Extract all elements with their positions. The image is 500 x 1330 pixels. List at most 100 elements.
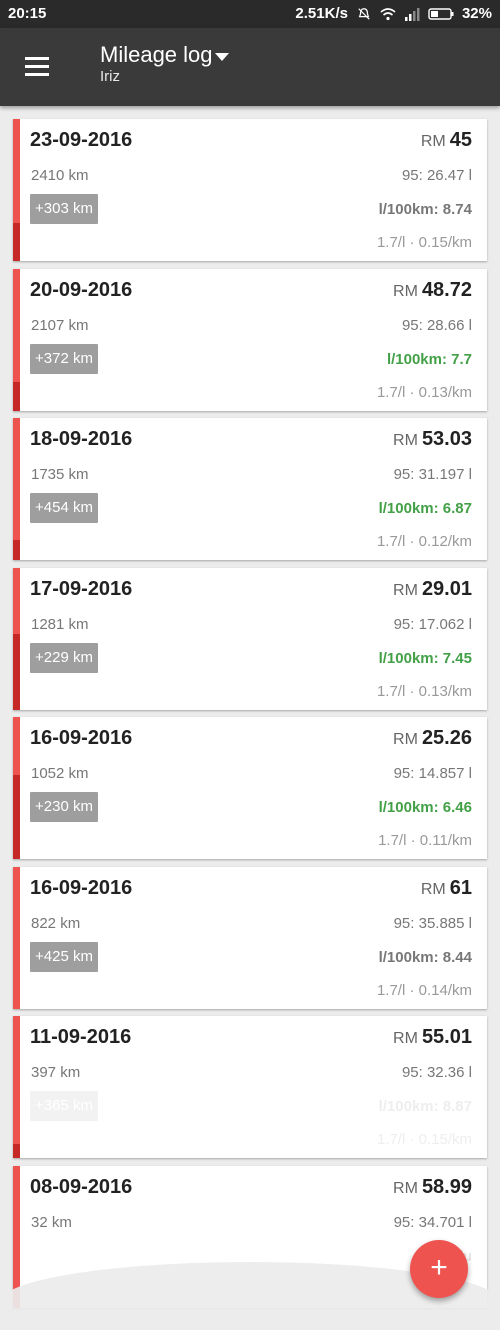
entry-currency: RM — [393, 282, 418, 300]
entry-price: RM 25.26 — [393, 727, 472, 750]
add-entry-button[interactable]: + — [410, 1240, 468, 1298]
entry-odometer: 1052 km — [31, 765, 89, 782]
entry-date: 11-09-2016 — [30, 1026, 132, 1048]
signal-icon — [404, 7, 420, 21]
entry-fuel: 95: 26.47 l — [401, 167, 472, 184]
entry-stripe — [13, 717, 20, 859]
entry-consumption: l/100km: 8.74 — [378, 201, 472, 218]
entry-date: 23-09-2016 — [30, 129, 133, 151]
entry-consumption: l/100km: 8.44 — [378, 948, 472, 966]
log-entry[interactable]: 20-09-2016 RM 48.72 2107 km 95: 28.66 l +… — [13, 268, 487, 411]
dropdown-caret-icon — [214, 53, 229, 61]
entry-cost: 1.7/l · 0.13/km — [376, 383, 472, 401]
log-entry[interactable]: 16-09-2016 RM 25.26 1052 km 95: 14.857 l … — [13, 717, 487, 859]
entry-amount: 61 — [449, 876, 472, 899]
entry-cost: 1.7/l · 0.12/km — [376, 533, 472, 550]
vehicle-selector[interactable]: Mileage log Iriz — [100, 42, 229, 85]
entry-cost: 1.7/l · 0.15/km — [376, 234, 472, 251]
entry-distance-badge: +229 km — [30, 642, 98, 673]
entry-fuel: 95: 17.062 l — [393, 615, 472, 633]
entry-amount: 25.26 — [421, 727, 472, 749]
entry-price: RM 58.99 — [393, 1176, 472, 1199]
entry-fuel: 95: 35.885 l — [393, 914, 472, 932]
entry-price: RM 29.01 — [393, 578, 472, 601]
entry-amount: 45 — [449, 129, 472, 151]
entry-distance-badge: +454 km — [30, 493, 98, 523]
menu-icon[interactable] — [22, 55, 52, 79]
entry-date: 17-09-2016 — [30, 577, 133, 600]
app-bar: Mileage log Iriz — [0, 28, 500, 106]
entry-distance-badge: +230 km — [30, 792, 98, 822]
status-icons: 2.51K/s 32% — [295, 5, 492, 22]
entry-odometer: 2410 km — [31, 167, 89, 184]
entry-date: 08-09-2016 — [30, 1175, 133, 1198]
network-speed: 2.51K/s — [295, 5, 348, 22]
entry-price: RM 55.01 — [393, 1026, 472, 1049]
status-time: 20:15 — [8, 5, 47, 22]
entry-cost: 1.7/l · 0.13/km — [376, 682, 472, 700]
entry-amount: 55.01 — [421, 1026, 472, 1048]
entry-odometer: 2107 km — [31, 316, 89, 334]
entry-amount: 53.03 — [421, 428, 472, 450]
entry-consumption: l/100km: 7.7 — [386, 350, 472, 368]
entry-odometer: 822 km — [31, 914, 81, 932]
entry-currency: RM — [393, 581, 418, 599]
entry-stripe — [13, 119, 20, 261]
entry-date: 18-09-2016 — [30, 428, 133, 450]
entry-stripe — [13, 418, 20, 560]
log-entry[interactable]: 11-09-2016 RM 55.01 397 km 95: 32.36 l +3… — [13, 1016, 487, 1158]
entry-cost: 1.7/l · 0.15/km — [376, 1131, 472, 1148]
entry-odometer: 32 km — [31, 1213, 72, 1231]
entry-currency: RM — [393, 432, 418, 449]
entry-distance-badge: +425 km — [30, 941, 98, 972]
entry-consumption: l/100km: 6.87 — [378, 500, 472, 517]
entry-odometer: 397 km — [31, 1064, 81, 1081]
entry-consumption: l/100km: 8.87 — [378, 1098, 472, 1115]
entry-fuel: 95: 34.701 l — [393, 1213, 472, 1231]
entry-consumption: l/100km: 7.45 — [378, 649, 472, 667]
entry-fuel: 95: 28.66 l — [401, 316, 472, 334]
entry-consumption: l/100km: 6.46 — [378, 799, 472, 816]
page-title: Mileage log — [100, 42, 213, 67]
mileage-list: 23-09-2016 RM 45 2410 km 95: 26.47 l +303… — [13, 119, 487, 1315]
log-entry[interactable]: 16-09-2016 RM 61 822 km 95: 35.885 l +425… — [13, 866, 487, 1009]
wifi-icon — [380, 7, 396, 20]
battery-icon — [428, 7, 454, 20]
entry-amount: 48.72 — [421, 278, 472, 301]
log-entry[interactable]: 23-09-2016 RM 45 2410 km 95: 26.47 l +303… — [13, 119, 487, 261]
plus-icon: + — [430, 1251, 448, 1284]
entry-cost: 1.7/l · 0.14/km — [376, 981, 472, 999]
log-entry[interactable]: 17-09-2016 RM 29.01 1281 km 95: 17.062 l … — [13, 567, 487, 710]
vehicle-name: Iriz — [100, 68, 120, 85]
entry-date: 20-09-2016 — [30, 278, 133, 301]
entry-stripe — [13, 866, 20, 1009]
entry-distance-badge: +303 km — [30, 194, 98, 224]
battery-percent: 32% — [461, 5, 492, 22]
entry-fuel: 95: 32.36 l — [401, 1064, 472, 1081]
entry-currency: RM — [393, 1030, 418, 1047]
entry-price: RM 48.72 — [393, 279, 472, 302]
entry-cost: 1.7/l · 0.11/km — [378, 832, 472, 849]
entry-currency: RM — [393, 1179, 418, 1197]
entry-amount: 29.01 — [421, 577, 472, 600]
entry-stripe — [13, 567, 20, 710]
status-bar: 20:15 2.51K/s 32% — [0, 0, 500, 28]
entry-price: RM 53.03 — [393, 428, 472, 451]
log-entry[interactable]: 18-09-2016 RM 53.03 1735 km 95: 31.197 l … — [13, 418, 487, 560]
entry-amount: 58.99 — [421, 1175, 472, 1198]
entry-price: RM 61 — [421, 877, 472, 900]
mute-bell-icon — [358, 7, 370, 20]
entry-date: 16-09-2016 — [30, 727, 133, 749]
entry-stripe — [13, 1016, 20, 1158]
entry-date: 16-09-2016 — [30, 876, 133, 899]
entry-currency: RM — [393, 731, 418, 748]
entry-price: RM 45 — [421, 129, 472, 152]
entry-distance-badge: +372 km — [30, 343, 98, 374]
entry-distance-badge: +365 km — [30, 1091, 98, 1121]
entry-currency: RM — [420, 880, 446, 898]
entry-fuel: 95: 14.857 l — [393, 765, 472, 782]
entry-currency: RM — [420, 133, 446, 150]
entry-odometer: 1735 km — [31, 466, 89, 483]
entry-stripe — [13, 268, 20, 411]
entry-odometer: 1281 km — [31, 615, 89, 633]
